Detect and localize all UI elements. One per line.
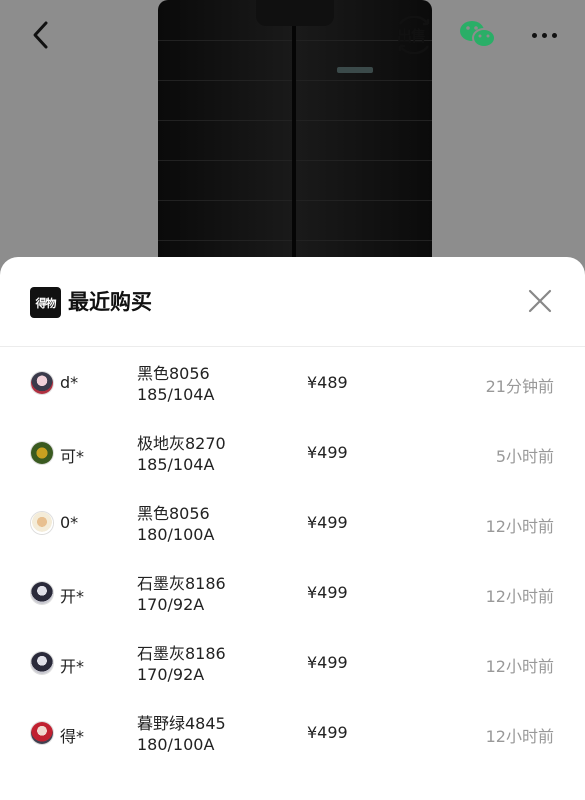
price: ¥499 bbox=[307, 653, 348, 672]
sheet-title: 最近购买 bbox=[68, 290, 152, 314]
buyer-name: 可* bbox=[60, 447, 85, 466]
buyer-name: 开* bbox=[60, 587, 85, 606]
purchase-row: 开* 石墨灰8186 170/92A ¥499 12小时前 bbox=[0, 557, 585, 627]
price: ¥489 bbox=[307, 373, 348, 392]
spec-color: 暮野绿4845 bbox=[137, 714, 226, 733]
spec-color: 黑色8056 bbox=[137, 504, 210, 523]
top-bar: 出售 bbox=[0, 0, 585, 70]
chevron-left-icon bbox=[33, 21, 48, 49]
buyer-name: 得* bbox=[60, 727, 85, 746]
avatar bbox=[30, 721, 54, 745]
back-button[interactable] bbox=[24, 18, 58, 52]
price: ¥499 bbox=[307, 723, 348, 742]
purchase-row: 0* 黑色8056 180/100A ¥499 12小时前 bbox=[0, 487, 585, 557]
purchase-time: 12小时前 bbox=[485, 517, 554, 536]
buyer-name: 开* bbox=[60, 657, 85, 676]
dewu-logo: 得物 bbox=[30, 287, 61, 318]
product-spec: 极地灰8270 185/104A bbox=[137, 433, 226, 475]
spec-size: 180/100A bbox=[137, 525, 215, 544]
product-spec: 石墨灰8186 170/92A bbox=[137, 573, 226, 615]
spec-color: 极地灰8270 bbox=[137, 434, 226, 453]
avatar bbox=[30, 441, 54, 465]
product-spec: 暮野绿4845 180/100A bbox=[137, 713, 226, 755]
purchase-time: 12小时前 bbox=[485, 657, 554, 676]
spec-size: 170/92A bbox=[137, 665, 205, 684]
purchase-row: 得* 暮野绿4845 180/100A ¥499 12小时前 bbox=[0, 697, 585, 767]
spec-color: 黑色8056 bbox=[137, 364, 210, 383]
price: ¥499 bbox=[307, 513, 348, 532]
sheet-header: 得物 最近购买 bbox=[0, 257, 585, 347]
spec-color: 石墨灰8186 bbox=[137, 644, 226, 663]
avatar bbox=[30, 371, 54, 395]
purchase-time: 12小时前 bbox=[485, 587, 554, 606]
buyer-name: 0* bbox=[60, 513, 79, 532]
purchase-row: 可* 极地灰8270 185/104A ¥499 5小时前 bbox=[0, 417, 585, 487]
avatar bbox=[30, 651, 54, 675]
purchase-time: 12小时前 bbox=[485, 727, 554, 746]
purchase-row: d* 黑色8056 185/104A ¥489 21分钟前 bbox=[0, 347, 585, 417]
spec-size: 180/100A bbox=[137, 735, 215, 754]
buyer-name: d* bbox=[60, 373, 79, 392]
product-page: 出售 得物 最近购买 d* 黑色8056 185/104A ¥489 21分钟前… bbox=[0, 0, 585, 800]
spec-size: 185/104A bbox=[137, 385, 215, 404]
product-spec: 黑色8056 180/100A bbox=[137, 503, 214, 545]
spec-size: 170/92A bbox=[137, 595, 205, 614]
spec-color: 石墨灰8186 bbox=[137, 574, 226, 593]
product-spec: 黑色8056 185/104A bbox=[137, 363, 214, 405]
purchase-time: 21分钟前 bbox=[485, 377, 554, 396]
avatar bbox=[30, 511, 54, 535]
sell-button[interactable]: 出售 bbox=[394, 16, 434, 54]
more-button[interactable] bbox=[524, 18, 564, 52]
purchase-row: 开* 石墨灰8186 170/92A ¥499 12小时前 bbox=[0, 627, 585, 697]
recent-purchases-sheet: 得物 最近购买 d* 黑色8056 185/104A ¥489 21分钟前 可*… bbox=[0, 257, 585, 800]
price: ¥499 bbox=[307, 443, 348, 462]
price: ¥499 bbox=[307, 583, 348, 602]
more-dots-icon bbox=[531, 32, 537, 38]
product-spec: 石墨灰8186 170/92A bbox=[137, 643, 226, 685]
spec-size: 185/104A bbox=[137, 455, 215, 474]
close-icon bbox=[528, 289, 552, 313]
wechat-icon bbox=[460, 21, 496, 48]
sell-label: 出售 bbox=[397, 27, 426, 45]
wechat-share-button[interactable] bbox=[458, 18, 498, 52]
avatar bbox=[30, 581, 54, 605]
close-button[interactable] bbox=[524, 285, 556, 317]
purchase-time: 5小时前 bbox=[495, 447, 554, 466]
